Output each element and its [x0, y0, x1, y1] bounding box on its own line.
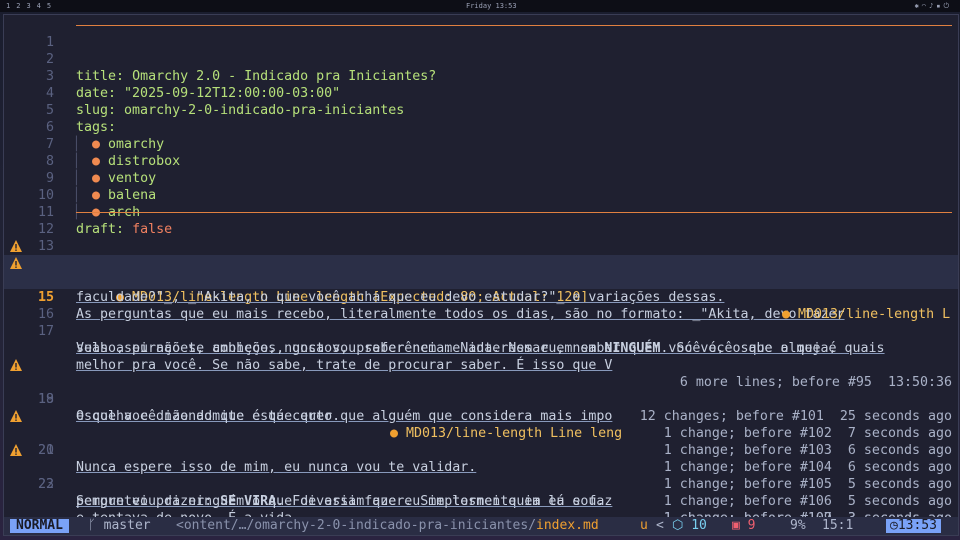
- editor-line: 23 Sempre vou dizer: SE VIRA. Foi assim …: [4, 459, 958, 526]
- warning-icon[interactable]: [9, 409, 23, 423]
- cursor-position: 15:1: [822, 518, 854, 533]
- editor-line-current[interactable]: 15 As perguntas que eu mais recebo, lite…: [4, 255, 958, 322]
- lsp-count: 10: [691, 518, 707, 533]
- git-branch[interactable]: ᚴ master: [88, 517, 151, 535]
- editor-line: 8 ▏ ● ventoy: [4, 136, 958, 186]
- diagnostics-count[interactable]: ▣ 9: [732, 517, 755, 535]
- editor-line: 7 ▏ ● distrobox: [4, 119, 958, 169]
- power-icon[interactable]: ⏻: [943, 2, 952, 10]
- editor-line-wrap: suas aspirações, ambições, gostos, prefe…: [4, 323, 958, 356]
- editor-line: 13 ▶: [4, 221, 958, 269]
- editor-line: 12: [4, 204, 958, 237]
- workspace-1[interactable]: 1: [6, 2, 10, 10]
- status-clock: ◷13:53: [886, 519, 941, 533]
- editor-line: 2 title: Omarchy 2.0 - Indicado pra Inic…: [4, 34, 958, 84]
- mode-indicator: NORMAL: [10, 519, 69, 533]
- editor-line-wrap: melhor pra você. Se não sabe, trate de p…: [4, 340, 958, 390]
- warning-icon[interactable]: [9, 256, 23, 270]
- topbar-clock[interactable]: Friday 13:53: [466, 0, 517, 12]
- editor-line: 19 O que você não admite é que quer que …: [4, 374, 958, 441]
- editor-line-current-wrap[interactable]: faculdade?"_, _"Akita, o que você acha q…: [4, 272, 958, 322]
- editor-line-wrap: escolha e dizendo que está certo. ● MD01…: [4, 391, 958, 458]
- workspace-5[interactable]: 5: [47, 2, 51, 10]
- editor-line: 20 1 change; before #104 6 seconds ago: [4, 408, 958, 475]
- workspace-2[interactable]: 2: [16, 2, 20, 10]
- workspace-4[interactable]: 4: [37, 2, 41, 10]
- file-path[interactable]: <ontent/…/omarchy-2-0-indicado-pra-inici…: [176, 517, 599, 535]
- editor-line: 9 ▏ ● balena: [4, 153, 958, 203]
- frontmatter-rule: [76, 212, 952, 213]
- editor-line: 14 ● MD013/line-length Line length [Expe…: [4, 238, 958, 305]
- statusline: NORMAL ᚴ master <ontent/…/omarchy-2-0-in…: [4, 517, 958, 535]
- editor-line: 16: [4, 289, 958, 322]
- editor-line: 11 draft: false: [4, 187, 958, 237]
- editor-line: 1: [4, 17, 958, 50]
- warning-icon[interactable]: [9, 239, 23, 253]
- warning-icon[interactable]: [9, 358, 23, 372]
- file-name: index.md: [536, 518, 599, 533]
- bluetooth-icon[interactable]: ✱: [915, 2, 922, 10]
- editor-line: 6 ▏ ● omarchy: [4, 102, 958, 152]
- editor-line: 21 Nunca espere isso de mim, eu nunca vo…: [4, 425, 958, 492]
- scroll-percent: 9%: [790, 518, 806, 533]
- editor-window[interactable]: 1 2 title: Omarchy 2.0 - Indicado pra In…: [3, 14, 959, 536]
- lsp-status[interactable]: ⬡ 10: [672, 517, 707, 535]
- editor-line: 17 Velho, eu não te conheço, nunca vou s…: [4, 306, 958, 356]
- branch-name: master: [103, 518, 151, 533]
- warning-icon[interactable]: [9, 443, 23, 457]
- cube-icon: ⬡: [672, 518, 692, 533]
- editor-line: 18 12 changes; before #101 25 seconds ag…: [4, 357, 958, 424]
- workspace-3[interactable]: 3: [26, 2, 30, 10]
- chevron-left-icon: <: [656, 518, 664, 533]
- error-count: 9: [747, 518, 756, 533]
- wifi-icon[interactable]: ◠: [922, 2, 929, 10]
- file-dir: <ontent/…/omarchy-2-0-indicado-pra-inici…: [176, 518, 537, 533]
- system-topbar: 12345 Friday 13:53 ✱◠♪▪⏻: [0, 0, 960, 12]
- file-encoding-flag: u: [640, 518, 648, 533]
- editor-line: 3 date: "2025-09-12T12:00:00-03:00": [4, 51, 958, 101]
- editor-line: 5 tags:: [4, 85, 958, 135]
- error-icon: ▣: [732, 518, 748, 533]
- status-time: 13:53: [897, 518, 937, 533]
- workspace-indicators[interactable]: 12345: [6, 0, 57, 12]
- editor-line-wrap: e tentava de novo. É a vida. 1 change; b…: [4, 493, 958, 535]
- clock-icon: ◷: [890, 518, 898, 533]
- editor-line: 10 ▏ ● arch: [4, 170, 958, 220]
- editor-line: 4 slug: omarchy-2-0-indicado-pra-inician…: [4, 68, 958, 118]
- system-tray[interactable]: ✱◠♪▪⏻: [915, 0, 952, 12]
- frontmatter-rule: [76, 25, 952, 26]
- editor-line-wrap: perguntei pra ninguém o que deveria faze…: [4, 476, 958, 526]
- git-branch-icon: ᚴ: [88, 518, 104, 533]
- editor-line: 22 1 change; before #106 5 seconds ago: [4, 442, 958, 509]
